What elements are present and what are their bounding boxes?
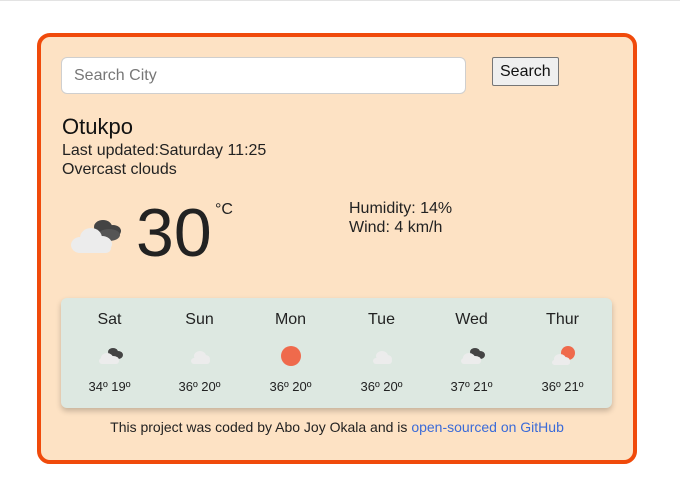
forecast-temps: 36º 20º [178, 379, 221, 394]
temperature-unit: °C [215, 201, 233, 218]
cloud-icon [191, 351, 210, 364]
forecast-day-name: Mon [274, 311, 307, 328]
search-button[interactable]: Search [492, 57, 559, 86]
forecast-day-name: Wed [455, 311, 488, 328]
forecast-temps: 36º 21º [541, 379, 584, 394]
partly-cloudy-icon [552, 346, 575, 365]
last-updated: Last updated:Saturday 11:25 [62, 142, 267, 159]
overcast-clouds-icon [71, 220, 121, 253]
humidity: Humidity: 14% [349, 200, 453, 217]
forecast-day: Sat 34º 19º [64, 298, 155, 408]
search-input[interactable] [61, 57, 466, 94]
forecast-temps: 37º 21º [450, 379, 493, 394]
forecast-temps: 36º 20º [360, 379, 403, 394]
forecast-day-name: Sat [97, 311, 122, 328]
current-temperature: 30 [136, 195, 212, 271]
wind: Wind: 4 km/h [349, 219, 443, 236]
overcast-clouds-icon [461, 348, 485, 364]
weather-card: Search Otukpo Last updated:Saturday 11:2… [37, 33, 637, 464]
sun-icon [281, 346, 301, 366]
footer-text: This project was coded by Abo Joy Okala … [110, 419, 412, 435]
top-divider [0, 0, 680, 1]
cloud-icon [373, 351, 392, 364]
forecast-day: Mon 36º 20º [245, 298, 336, 408]
forecast-day-name: Sun [185, 311, 214, 328]
forecast-day: Thur 36º 21º [517, 298, 608, 408]
forecast-day: Wed 37º 21º [426, 298, 517, 408]
footer: This project was coded by Abo Joy Okala … [41, 419, 633, 435]
forecast-day: Sun 36º 20º [154, 298, 245, 408]
city-name: Otukpo [62, 114, 133, 139]
github-link[interactable]: open-sourced on GitHub [411, 419, 564, 435]
overcast-clouds-icon [99, 348, 123, 364]
forecast-day-name: Tue [368, 311, 395, 328]
weather-description: Overcast clouds [62, 161, 177, 178]
forecast-temps: 36º 20º [269, 379, 312, 394]
forecast-day-name: Thur [546, 311, 579, 328]
forecast-day: Tue 36º 20º [336, 298, 427, 408]
forecast-temps: 34º 19º [88, 379, 131, 394]
forecast-panel: Sat 34º 19º Sun 36º 20º Mon 36º 20º Tue … [61, 298, 612, 408]
